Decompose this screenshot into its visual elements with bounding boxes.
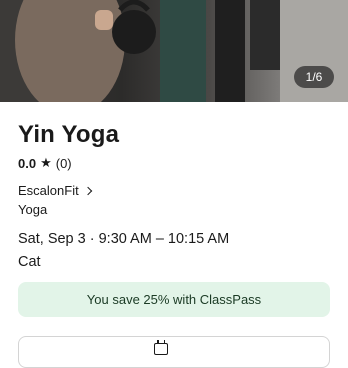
savings-banner: You save 25% with ClassPass: [18, 282, 330, 317]
rating-row[interactable]: 0.0 ★ (0): [18, 155, 72, 171]
calendar-icon: [154, 340, 168, 355]
instructor-name: Cat: [18, 254, 41, 270]
studio-link[interactable]: EscalonFit: [18, 183, 92, 198]
studio-name: EscalonFit: [18, 183, 79, 198]
chevron-right-icon: [83, 186, 92, 195]
rating-count: (0): [55, 155, 72, 171]
rating-score: 0.0: [18, 155, 37, 171]
class-schedule: Sat, Sep 3 · 9:30 AM – 10:15 AM: [18, 231, 230, 247]
star-icon: ★: [40, 155, 52, 170]
photo-counter-badge: 1/6: [294, 66, 334, 88]
class-photo-carousel[interactable]: 1/6: [0, 0, 348, 102]
kettlebell-class-photo: [0, 0, 348, 102]
add-to-calendar-card[interactable]: [18, 336, 330, 368]
class-category: Yoga: [18, 202, 48, 217]
class-title: Yin Yoga: [18, 121, 120, 148]
